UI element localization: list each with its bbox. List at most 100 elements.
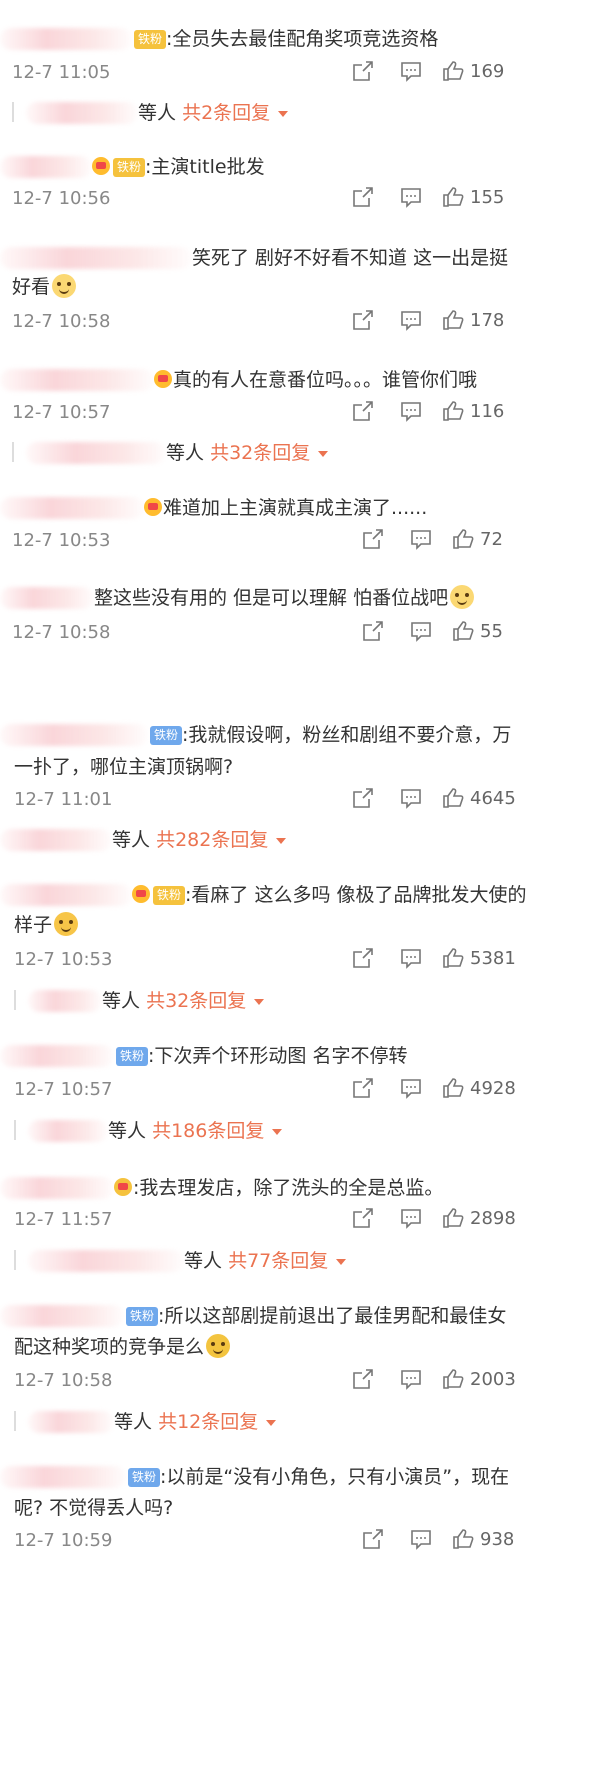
- blurred-username: [28, 1411, 114, 1433]
- blurred-username: [28, 1120, 108, 1142]
- expand-replies-link[interactable]: 共2条回复: [182, 102, 270, 124]
- blurred-username: [0, 247, 192, 269]
- share-icon[interactable]: [352, 1207, 374, 1229]
- expand-replies-link[interactable]: 共12条回复: [158, 1411, 258, 1433]
- comment-text: :看麻了 这么多吗 像极了品牌批发大使的: [185, 884, 527, 906]
- crown-icon: [154, 370, 172, 388]
- comment-icon[interactable]: [410, 620, 432, 642]
- like-count: 938: [480, 1529, 515, 1550]
- share-icon[interactable]: [352, 186, 374, 208]
- crown-icon: [92, 157, 110, 175]
- blurred-username: [0, 829, 112, 851]
- fan-badge: 铁粉: [126, 1307, 159, 1326]
- share-icon[interactable]: [352, 1368, 374, 1390]
- comment-time: 12-7 10:57: [14, 1079, 113, 1100]
- like-icon[interactable]: [442, 186, 464, 208]
- reply-summary[interactable]: 等人 共186条回复: [14, 1118, 283, 1144]
- chevron-down-icon: [318, 451, 329, 457]
- chevron-down-icon: [276, 838, 287, 844]
- comment-text-cont: 样子: [14, 914, 53, 936]
- blurred-username: [28, 1250, 184, 1272]
- chevron-down-icon: [254, 999, 265, 1005]
- chevron-down-icon: [266, 1420, 277, 1426]
- comment-time: 12-7 10:56: [12, 188, 111, 209]
- like-count: 116: [470, 401, 505, 422]
- reply-summary[interactable]: 等人 共282条回复: [0, 827, 287, 853]
- expand-replies-link[interactable]: 共282条回复: [156, 829, 268, 851]
- comment-time: 12-7 10:58: [12, 311, 111, 332]
- comment-icon[interactable]: [400, 1368, 422, 1390]
- share-icon[interactable]: [352, 60, 374, 82]
- share-icon[interactable]: [362, 1528, 384, 1550]
- share-icon[interactable]: [352, 947, 374, 969]
- fan-badge: 铁粉: [128, 1468, 161, 1487]
- comment-icon[interactable]: [400, 1077, 422, 1099]
- blurred-username: [0, 884, 132, 906]
- expand-replies-link[interactable]: 共186条回复: [152, 1120, 264, 1142]
- comment-icon[interactable]: [400, 1207, 422, 1229]
- laugh-cry-emoji-icon: [206, 1334, 231, 1358]
- blurred-username: [0, 1466, 126, 1488]
- expand-replies-link[interactable]: 共32条回复: [210, 442, 310, 464]
- blurred-username: [0, 156, 92, 178]
- comment-icon[interactable]: [410, 528, 432, 550]
- like-icon[interactable]: [452, 1528, 474, 1550]
- comment-text-cont: 好看: [12, 276, 51, 298]
- like-icon[interactable]: [442, 947, 464, 969]
- cat-emoji-icon: [450, 585, 475, 609]
- smirk-emoji-icon: [54, 912, 79, 936]
- comment-text: 真的有人在意番位吗。。。谁管你们哦: [173, 369, 478, 391]
- share-icon[interactable]: [352, 400, 374, 422]
- share-icon[interactable]: [352, 309, 374, 331]
- expand-replies-link[interactable]: 共32条回复: [146, 990, 246, 1012]
- comment-time: 12-7 10:53: [12, 530, 111, 551]
- comment-text: :主演title批发: [145, 156, 265, 178]
- blurred-username: [0, 1305, 124, 1327]
- comment-icon[interactable]: [400, 186, 422, 208]
- fan-badge: 铁粉: [134, 30, 167, 49]
- like-icon[interactable]: [452, 620, 474, 642]
- comment-icon[interactable]: [410, 1528, 432, 1550]
- comment-text: :我就假设啊，粉丝和剧组不要介意，万: [182, 724, 512, 746]
- comment-icon[interactable]: [400, 947, 422, 969]
- comment-icon[interactable]: [400, 60, 422, 82]
- like-icon[interactable]: [442, 1368, 464, 1390]
- like-icon[interactable]: [452, 528, 474, 550]
- like-icon[interactable]: [442, 787, 464, 809]
- comment-icon[interactable]: [400, 309, 422, 331]
- cat-emoji-icon: [52, 274, 77, 298]
- reply-summary[interactable]: 等人 共32条回复: [12, 440, 329, 466]
- fan-badge: 铁粉: [113, 158, 146, 177]
- share-icon[interactable]: [352, 1077, 374, 1099]
- expand-replies-link[interactable]: 共77条回复: [228, 1250, 328, 1272]
- comment-text: :以前是“没有小角色，只有小演员”，现在: [160, 1466, 510, 1488]
- reply-summary[interactable]: 等人 共77条回复: [14, 1248, 347, 1274]
- reply-summary[interactable]: 等人 共12条回复: [14, 1409, 277, 1435]
- share-icon[interactable]: [362, 620, 384, 642]
- blurred-username: [26, 442, 166, 464]
- reply-summary[interactable]: 等人 共32条回复: [14, 988, 265, 1014]
- blurred-username: [26, 102, 138, 124]
- like-icon[interactable]: [442, 60, 464, 82]
- reply-summary[interactable]: 等人 共2条回复: [12, 100, 289, 126]
- comment-text-cont: 配这种奖项的竞争是么: [14, 1336, 205, 1358]
- like-count: 5381: [470, 948, 516, 969]
- crown-icon: [144, 498, 162, 516]
- fan-badge: 铁粉: [153, 886, 186, 905]
- like-icon[interactable]: [442, 1207, 464, 1229]
- like-icon[interactable]: [442, 400, 464, 422]
- share-icon[interactable]: [362, 528, 384, 550]
- comment-text: 整这些没有用的 但是可以理解 怕番位战吧: [94, 587, 449, 609]
- comment-text: 难道加上主演就真成主演了......: [163, 497, 428, 519]
- comment-time: 12-7 10:58: [12, 622, 111, 643]
- blurred-username: [0, 724, 148, 746]
- share-icon[interactable]: [352, 787, 374, 809]
- like-icon[interactable]: [442, 309, 464, 331]
- comment-icon[interactable]: [400, 787, 422, 809]
- comment-icon[interactable]: [400, 400, 422, 422]
- like-count: 55: [480, 621, 503, 642]
- blurred-username: [0, 1177, 114, 1199]
- comment-time: 12-7 10:58: [14, 1370, 113, 1391]
- comment-text: 笑死了 剧好不好看不知道 这一出是挺: [192, 247, 509, 269]
- like-icon[interactable]: [442, 1077, 464, 1099]
